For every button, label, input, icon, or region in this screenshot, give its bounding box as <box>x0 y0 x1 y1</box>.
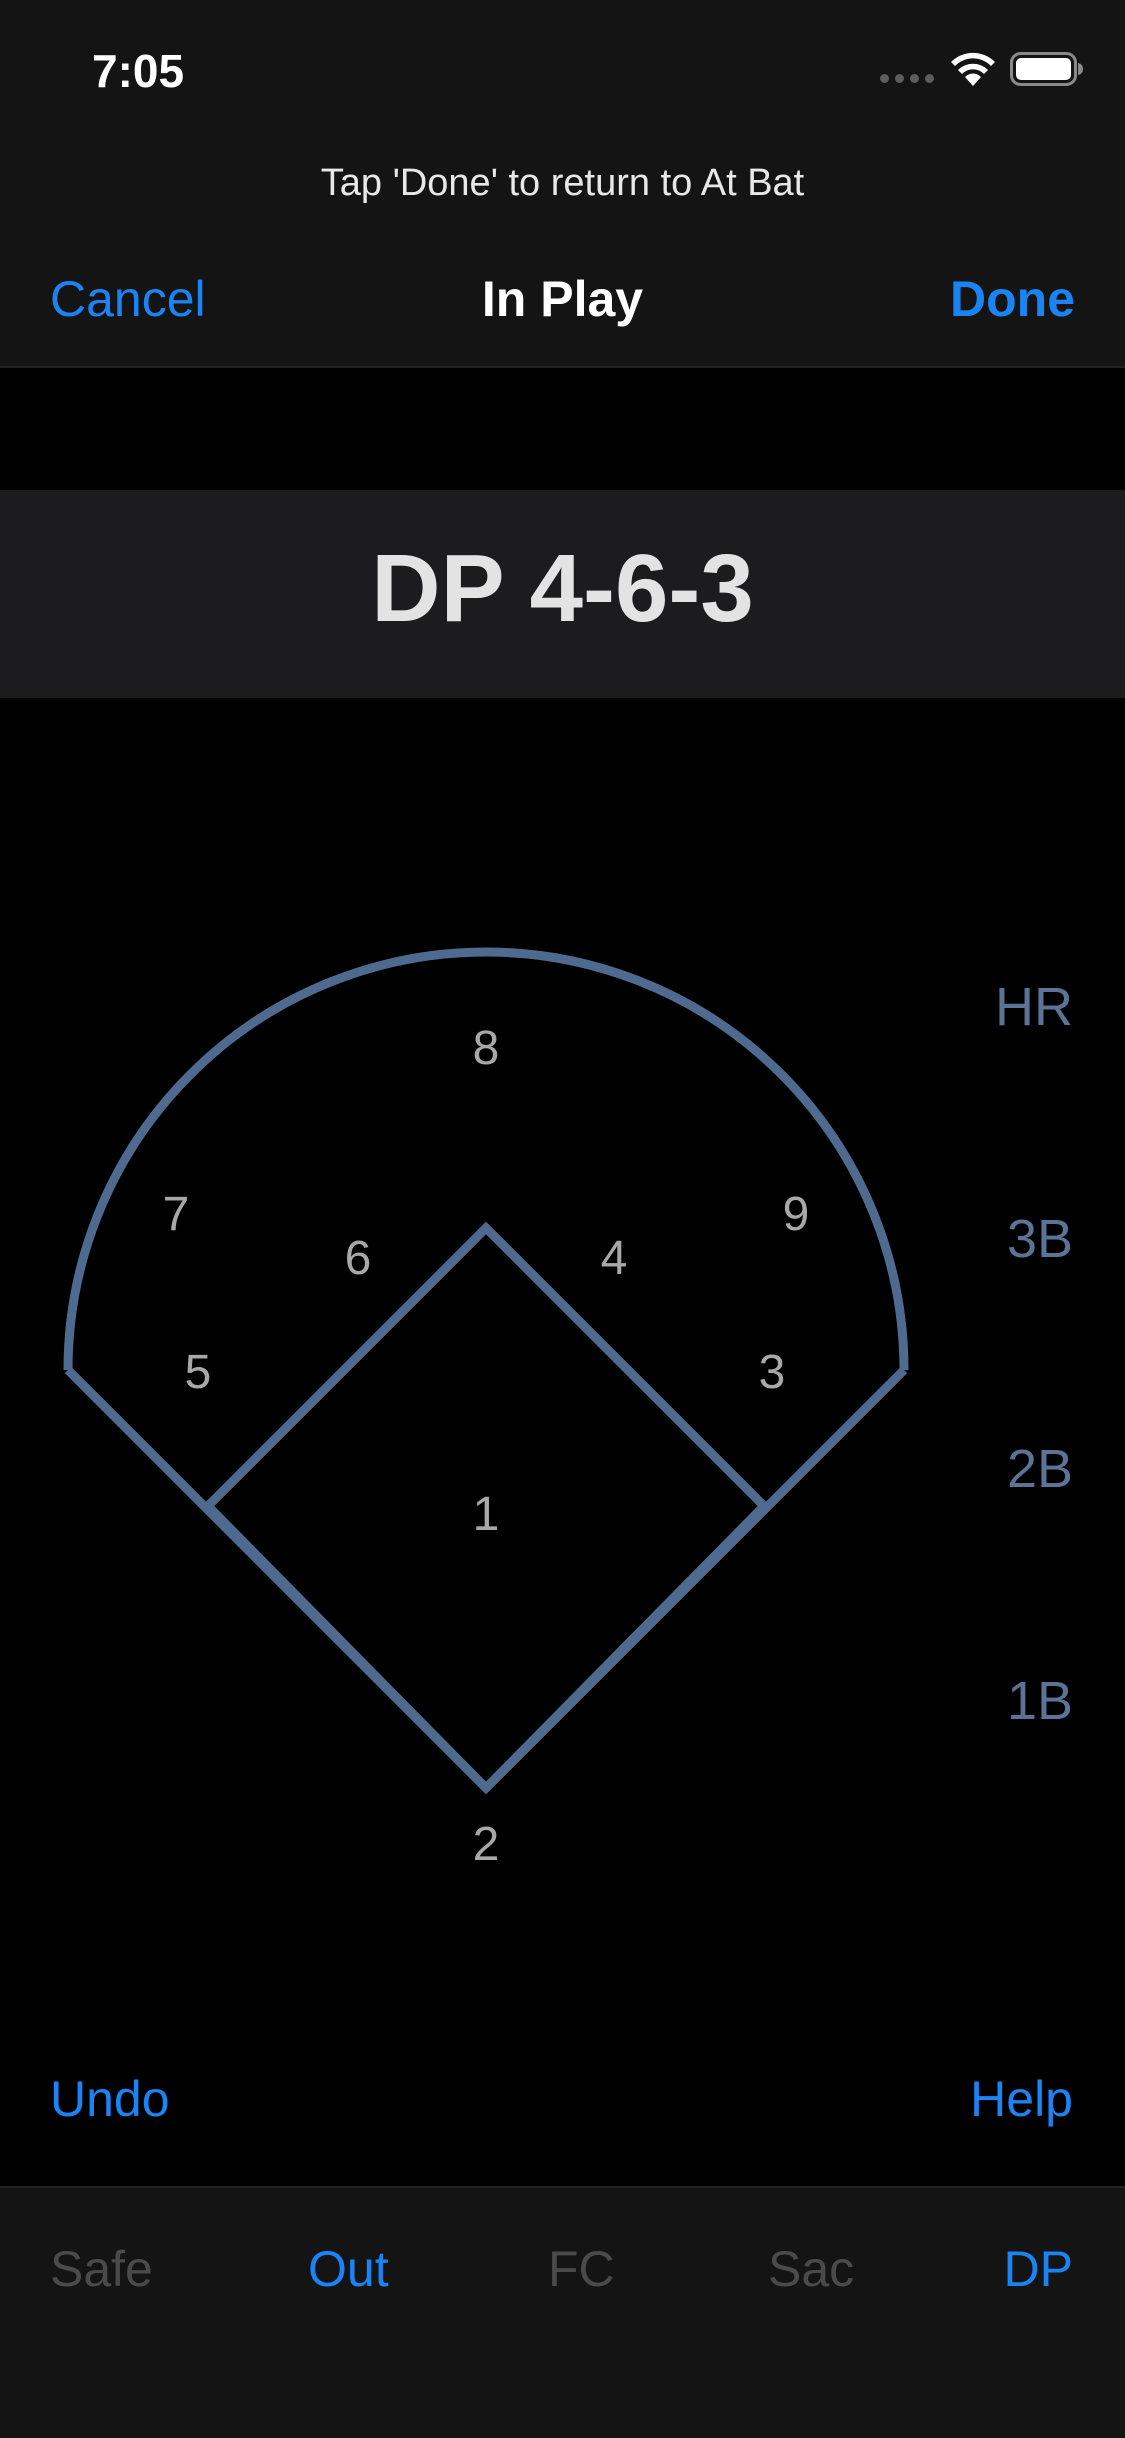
outfield-fence <box>63 947 909 1371</box>
position-1-pitcher[interactable]: 1 <box>473 1488 500 1541</box>
tab-sacrifice[interactable]: Sac <box>768 2240 854 2298</box>
triple-button[interactable]: 3B <box>1007 1208 1073 1270</box>
tab-double-play[interactable]: DP <box>1004 2240 1073 2298</box>
tab-fielders-choice[interactable]: FC <box>548 2240 615 2298</box>
result-type-bar: Safe Out FC Sac DP <box>0 2186 1125 2438</box>
position-3-first-base[interactable]: 3 <box>759 1346 786 1399</box>
double-button[interactable]: 2B <box>1007 1438 1073 1500</box>
position-8-center-field[interactable]: 8 <box>473 1022 500 1075</box>
position-7-left-field[interactable]: 7 <box>163 1188 190 1241</box>
position-5-third-base[interactable]: 5 <box>185 1346 212 1399</box>
single-button[interactable]: 1B <box>1007 1670 1073 1732</box>
undo-button[interactable]: Undo <box>50 2070 170 2128</box>
position-9-right-field[interactable]: 9 <box>783 1188 810 1241</box>
position-6-shortstop[interactable]: 6 <box>345 1232 372 1285</box>
home-run-button[interactable]: HR <box>995 976 1073 1038</box>
help-button[interactable]: Help <box>970 2070 1073 2128</box>
position-4-second-base[interactable]: 4 <box>601 1232 628 1285</box>
tab-safe[interactable]: Safe <box>50 2240 153 2298</box>
tab-out[interactable]: Out <box>308 2240 389 2298</box>
position-2-catcher[interactable]: 2 <box>473 1818 500 1871</box>
